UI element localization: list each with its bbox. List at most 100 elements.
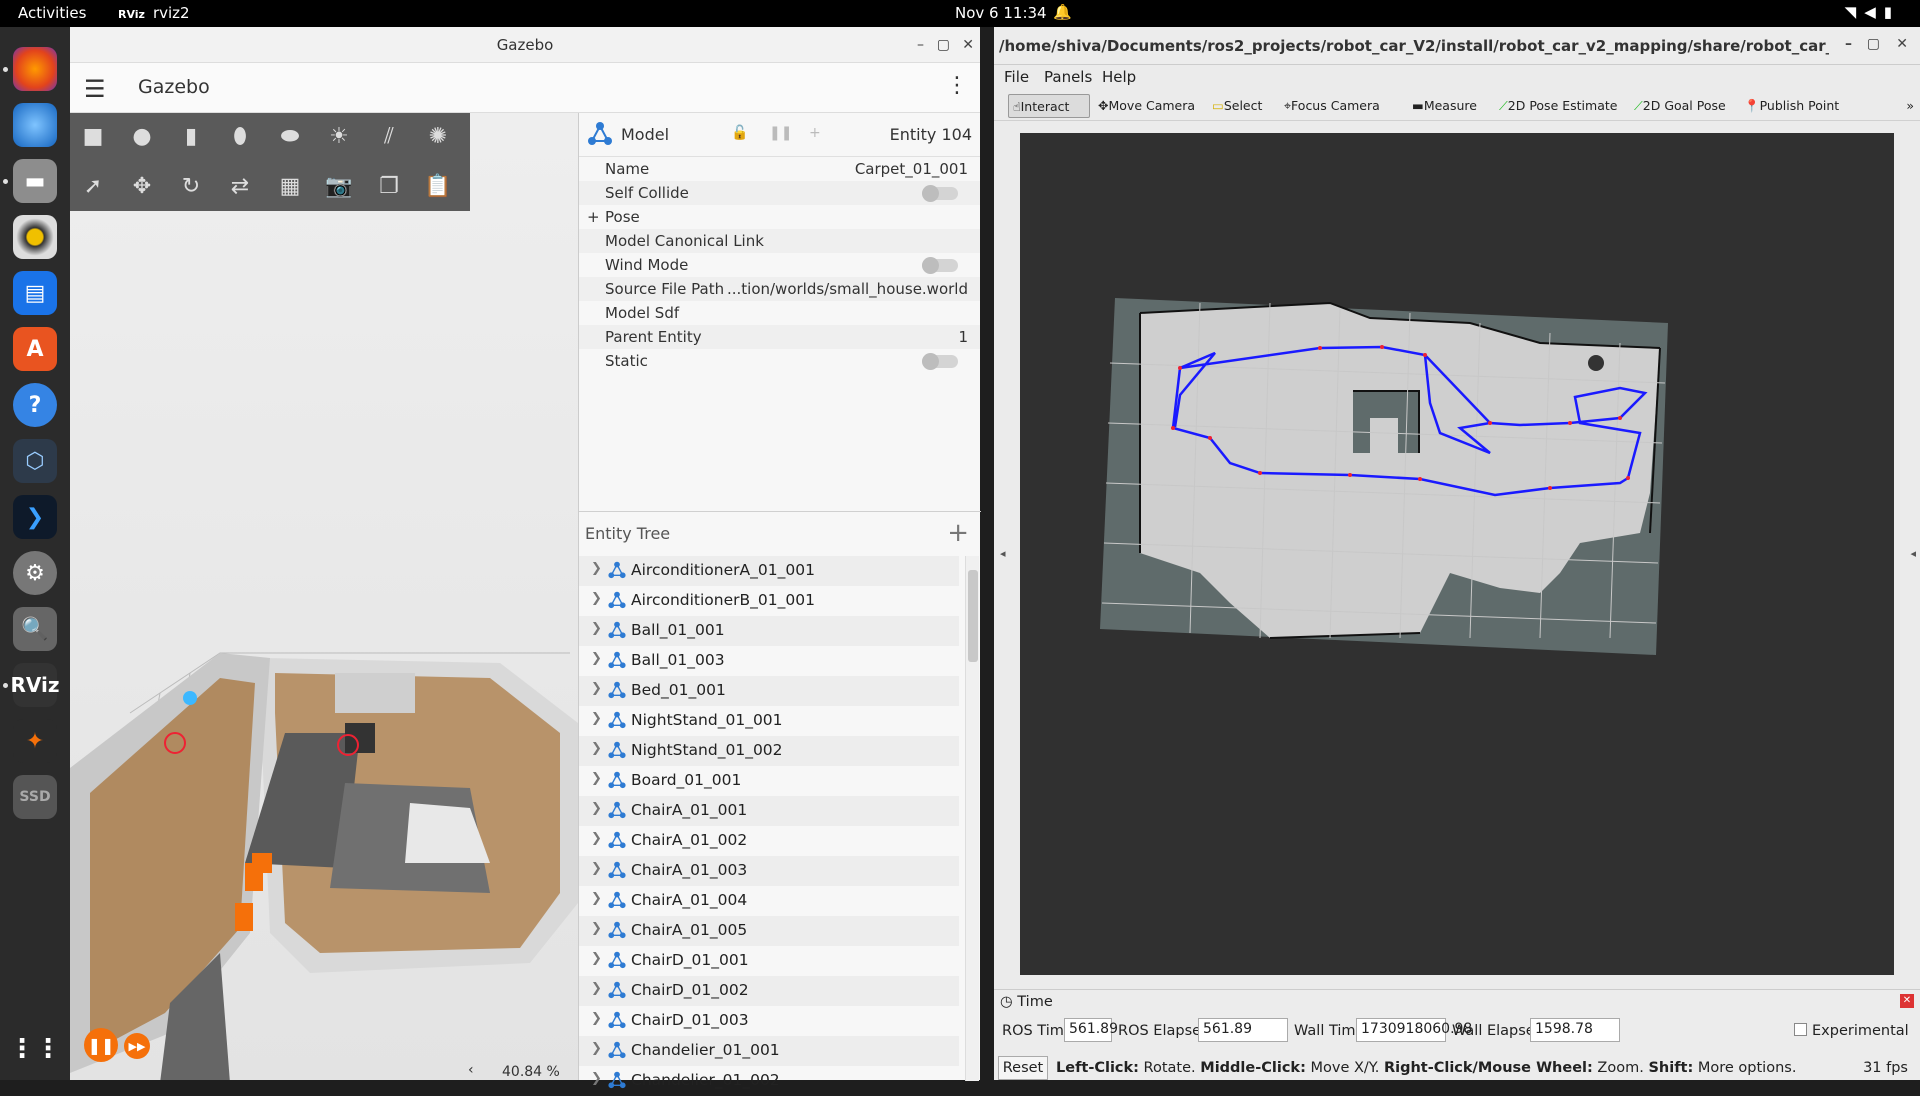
toolbar-overflow-icon[interactable]: » [1902, 94, 1918, 118]
rotate-icon[interactable]: ↻ [174, 169, 208, 203]
rviz-3d-viewport[interactable] [1020, 133, 1894, 975]
add-entity-icon[interactable]: + [947, 518, 969, 548]
entity-tree-item[interactable]: ❯ Ball_01_003 [579, 646, 959, 676]
entity-tree-item[interactable]: ❯ AirconditionerB_01_001 [579, 586, 959, 616]
expand-chevron-icon[interactable]: ❯ [591, 921, 602, 936]
maximize-button[interactable]: ▢ [937, 27, 950, 63]
thunderbird-icon[interactable] [13, 103, 57, 147]
ssd-icon[interactable]: SSD [13, 775, 57, 819]
expand-chevron-icon[interactable]: ❯ [591, 951, 602, 966]
wind-mode-toggle[interactable] [922, 257, 958, 274]
grid-snap-icon[interactable]: ▦ [273, 169, 307, 203]
entity-tree-item[interactable]: ❯ Chandelier_01_002 [579, 1066, 959, 1096]
transform-control-icon[interactable]: ⇄ [223, 169, 257, 203]
expand-chevron-icon[interactable]: ❯ [591, 561, 602, 576]
close-panel-icon[interactable]: ✕ [1900, 994, 1914, 1008]
entity-tree-item[interactable]: ❯ ChairD_01_002 [579, 976, 959, 1006]
copy-icon[interactable]: ❐ [372, 169, 406, 203]
right-panel-toggle-icon[interactable]: ◂ [1910, 547, 1916, 560]
expand-chevron-icon[interactable]: ❯ [591, 1011, 602, 1026]
tool-select[interactable]: ▭Select [1208, 94, 1266, 118]
close-button[interactable]: ✕ [962, 27, 974, 63]
clock[interactable]: Nov 6 11:34 [955, 4, 1047, 22]
tool-move-camera[interactable]: ✥Move Camera [1094, 94, 1199, 118]
select-arrow-icon[interactable]: ➚ [76, 169, 110, 203]
entity-tree-item[interactable]: ❯ AirconditionerA_01_001 [579, 556, 959, 586]
expand-chevron-icon[interactable]: ❯ [591, 651, 602, 666]
menu-file[interactable]: File [1004, 68, 1029, 86]
entity-tree-item[interactable]: ❯ Bed_01_001 [579, 676, 959, 706]
minimize-button[interactable]: – [917, 27, 924, 63]
entity-tree-item[interactable]: ❯ NightStand_01_001 [579, 706, 959, 736]
expand-chevron-icon[interactable]: ❯ [591, 801, 602, 816]
active-app-menu[interactable]: RViz rviz2 [118, 4, 190, 22]
entity-tree-item[interactable]: ❯ ChairA_01_005 [579, 916, 959, 946]
tool-2d-goal-pose[interactable]: ⟋2D Goal Pose [1630, 94, 1730, 118]
firefox-icon[interactable] [13, 47, 57, 91]
minimize-button[interactable]: – [1845, 36, 1852, 52]
3d-scene-viewport[interactable]: ■ ● ▮ ⬮ ⬬ ☀ ⫽ ✺ ➚ ✥ ↻ ⇄ ▦ 📷 ❐ 📋 ❚❚ ▶▶ ‹ … [70, 113, 578, 1080]
entity-tree-item[interactable]: ❯ Chandelier_01_001 [579, 1036, 959, 1066]
tool-publish-point[interactable]: 📍Publish Point [1740, 94, 1843, 118]
reset-button[interactable]: Reset [998, 1056, 1048, 1080]
directional-light-icon[interactable]: ⫽ [372, 119, 406, 153]
tool-2d-pose-estimate[interactable]: ⟋2D Pose Estimate [1495, 94, 1621, 118]
entity-tree-item[interactable]: ❯ ChairD_01_001 [579, 946, 959, 976]
kebab-menu-icon[interactable]: ⋮ [946, 73, 968, 98]
left-panel-toggle-icon[interactable]: ◂ [1000, 547, 1006, 560]
tool-measure[interactable]: ▬Measure [1408, 94, 1481, 118]
expand-chevron-icon[interactable]: ❯ [591, 741, 602, 756]
writer-icon[interactable]: ▤ [13, 271, 57, 315]
app-grid-icon[interactable]: ⋮⋮ [9, 1027, 61, 1071]
rviz-icon[interactable]: RViz [10, 663, 60, 707]
entity-tree-item[interactable]: ❯ ChairA_01_003 [579, 856, 959, 886]
menu-panels[interactable]: Panels [1044, 68, 1092, 86]
point-light-icon[interactable]: ☀ [322, 119, 356, 153]
cylinder-shape-icon[interactable]: ▮ [174, 119, 208, 153]
virtualbox-icon[interactable]: ⬡ [13, 439, 57, 483]
gazebo-icon[interactable]: ✦ [13, 719, 57, 763]
screenshot-camera-icon[interactable]: 📷 [322, 169, 356, 203]
spot-light-icon[interactable]: ✺ [421, 119, 455, 153]
step-forward-button[interactable]: ▶▶ [124, 1033, 150, 1059]
experimental-checkbox[interactable] [1794, 1023, 1807, 1036]
paste-icon[interactable]: 📋 [421, 169, 455, 203]
tool-interact[interactable]: ☝Interact [1008, 94, 1090, 118]
expand-chevron-icon[interactable]: ❯ [591, 981, 602, 996]
expand-chevron-icon[interactable]: ❯ [591, 591, 602, 606]
entity-tree-item[interactable]: ❯ Board_01_001 [579, 766, 959, 796]
search-icon[interactable]: 🔍 [13, 607, 57, 651]
wall-elapsed-field[interactable]: 1598.78 [1530, 1018, 1620, 1042]
pause-button[interactable]: ❚❚ [84, 1028, 118, 1062]
vscode-icon[interactable]: ❯ [13, 495, 57, 539]
entity-tree-item[interactable]: ❯ ChairA_01_004 [579, 886, 959, 916]
close-button[interactable]: ✕ [1896, 36, 1908, 52]
expand-chevron-icon[interactable]: ❯ [591, 681, 602, 696]
collapse-arrow-icon[interactable]: ‹ [468, 1062, 474, 1078]
entity-tree-item[interactable]: ❯ ChairD_01_003 [579, 1006, 959, 1036]
gazebo-titlebar[interactable]: Gazebo – ▢ ✕ [70, 27, 980, 63]
system-tray[interactable]: ◥◀▮ [1845, 3, 1900, 21]
expand-pose-icon[interactable]: + [587, 208, 600, 226]
static-toggle[interactable] [922, 353, 958, 370]
add-component-icon[interactable]: + [809, 125, 821, 141]
maximize-button[interactable]: ▢ [1867, 36, 1880, 52]
ros-elapsed-field[interactable]: 561.89 [1198, 1018, 1288, 1042]
lock-icon[interactable]: 🔓 [731, 125, 748, 141]
ellipsoid-shape-icon[interactable]: ⬬ [273, 119, 307, 153]
capsule-shape-icon[interactable]: ⬮ [223, 119, 257, 153]
expand-chevron-icon[interactable]: ❯ [591, 711, 602, 726]
self-collide-toggle[interactable] [922, 185, 958, 202]
expand-chevron-icon[interactable]: ❯ [591, 771, 602, 786]
tool-focus-camera[interactable]: ⌖Focus Camera [1280, 94, 1384, 118]
entity-tree-item[interactable]: ❯ ChairA_01_001 [579, 796, 959, 826]
expand-chevron-icon[interactable]: ❯ [591, 1071, 602, 1086]
expand-chevron-icon[interactable]: ❯ [591, 861, 602, 876]
expand-chevron-icon[interactable]: ❯ [591, 831, 602, 846]
expand-chevron-icon[interactable]: ❯ [591, 1041, 602, 1056]
entity-tree-item[interactable]: ❯ Ball_01_001 [579, 616, 959, 646]
wall-time-field[interactable]: 1730918060.98 [1356, 1018, 1472, 1042]
activities-button[interactable]: Activities [18, 4, 86, 22]
pause-updates-icon[interactable]: ❚❚ [769, 125, 792, 141]
expand-chevron-icon[interactable]: ❯ [591, 891, 602, 906]
